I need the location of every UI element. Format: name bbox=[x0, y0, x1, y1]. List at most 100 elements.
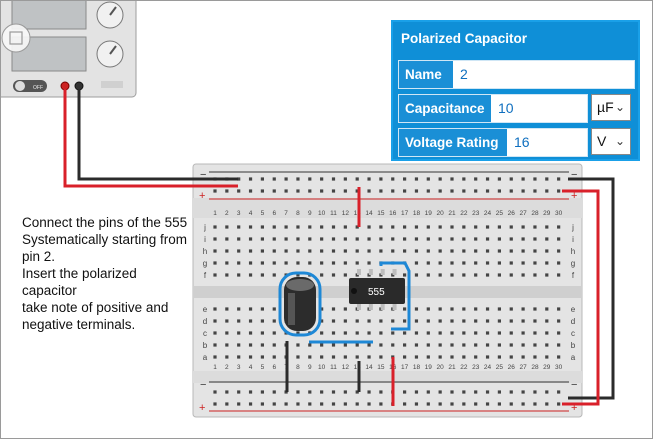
column-number-bottom: 19 bbox=[425, 364, 433, 371]
column-number-top: 30 bbox=[555, 210, 563, 217]
name-label: Name bbox=[399, 61, 453, 88]
column-number-bottom: 3 bbox=[237, 364, 241, 371]
column-number-bottom: 24 bbox=[484, 364, 492, 371]
inspector-title: Polarized Capacitor bbox=[401, 31, 528, 46]
voltage-unit-value: V bbox=[597, 133, 607, 149]
column-number-top: 14 bbox=[365, 210, 373, 217]
row-letter-right: i bbox=[572, 235, 574, 244]
chip-pin[interactable] bbox=[368, 269, 373, 275]
chip-pin[interactable] bbox=[380, 304, 385, 310]
capacitance-unit-value: µF bbox=[597, 99, 614, 115]
column-number-bottom: 25 bbox=[496, 364, 504, 371]
column-number-bottom: 22 bbox=[460, 364, 468, 371]
capacitance-field[interactable]: 10 bbox=[498, 95, 514, 122]
column-number-bottom: 5 bbox=[261, 364, 265, 371]
row-letter-right: e bbox=[571, 305, 576, 314]
capacitance-unit-select[interactable]: µF ⌄ bbox=[591, 94, 631, 121]
column-number-bottom: 27 bbox=[519, 364, 527, 371]
column-number-top: 23 bbox=[472, 210, 480, 217]
positive-terminal[interactable] bbox=[60, 81, 70, 91]
column-number-top: 24 bbox=[484, 210, 492, 217]
row-letter-right: d bbox=[571, 317, 575, 326]
instructions-text: Connect the pins of the 555 Systematical… bbox=[22, 215, 188, 332]
switch-label: OFF bbox=[33, 85, 43, 91]
column-number-bottom: 23 bbox=[472, 364, 480, 371]
row-letter-left: c bbox=[203, 329, 207, 338]
column-number-bottom: 28 bbox=[531, 364, 539, 371]
capacitance-row: Capacitance 10 bbox=[398, 94, 588, 123]
column-number-bottom: 15 bbox=[377, 364, 385, 371]
row-letter-left: b bbox=[203, 341, 208, 350]
row-letter-right: c bbox=[571, 329, 575, 338]
column-number-top: 10 bbox=[318, 210, 326, 217]
name-field[interactable]: 2 bbox=[460, 61, 468, 88]
rail-minus-bottom-right: − bbox=[571, 379, 577, 391]
column-number-top: 25 bbox=[496, 210, 504, 217]
column-number-bottom: 2 bbox=[225, 364, 229, 371]
column-number-bottom: 26 bbox=[508, 364, 516, 371]
column-number-top: 21 bbox=[448, 210, 456, 217]
column-number-top: 2 bbox=[225, 210, 229, 217]
column-number-top: 11 bbox=[330, 210, 337, 217]
column-number-bottom: 20 bbox=[437, 364, 445, 371]
column-number-top: 22 bbox=[460, 210, 468, 217]
column-number-bottom: 18 bbox=[413, 364, 421, 371]
column-number-bottom: 10 bbox=[318, 364, 326, 371]
capacitance-label: Capacitance bbox=[399, 95, 491, 122]
column-number-top: 7 bbox=[284, 210, 288, 217]
row-letter-right: b bbox=[571, 341, 576, 350]
row-letter-left: e bbox=[203, 305, 208, 314]
row-letter-right: a bbox=[571, 353, 576, 362]
power-supply[interactable]: OFF bbox=[1, 1, 137, 98]
zoom-handle[interactable] bbox=[1, 23, 31, 53]
column-number-bottom: 17 bbox=[401, 364, 409, 371]
chip-pin[interactable] bbox=[392, 269, 397, 275]
column-number-top: 5 bbox=[261, 210, 265, 217]
voltage-field[interactable]: 16 bbox=[514, 129, 530, 156]
column-number-bottom: 12 bbox=[342, 364, 350, 371]
row-letter-left: h bbox=[203, 247, 207, 256]
chip-pin[interactable] bbox=[380, 269, 385, 275]
column-number-top: 19 bbox=[425, 210, 433, 217]
column-number-bottom: 6 bbox=[272, 364, 276, 371]
chip-label: 555 bbox=[368, 287, 385, 298]
rail-plus-bottom: + bbox=[199, 402, 205, 414]
chip-pin[interactable] bbox=[392, 304, 397, 310]
column-number-top: 9 bbox=[308, 210, 312, 217]
chip-pin[interactable] bbox=[357, 269, 361, 275]
column-number-top: 1 bbox=[213, 210, 217, 217]
column-number-bottom: 1 bbox=[213, 364, 217, 371]
column-number-bottom: 8 bbox=[296, 364, 300, 371]
column-number-top: 15 bbox=[377, 210, 385, 217]
row-letter-right: g bbox=[571, 259, 575, 268]
column-number-bottom: 29 bbox=[543, 364, 551, 371]
column-number-top: 6 bbox=[272, 210, 276, 217]
column-number-bottom: 21 bbox=[448, 364, 456, 371]
rail-plus-top: + bbox=[199, 190, 205, 202]
chip-pin[interactable] bbox=[368, 304, 373, 310]
voltage-row: Voltage Rating 16 bbox=[398, 128, 588, 157]
name-row: Name 2 bbox=[398, 60, 635, 89]
row-letter-left: d bbox=[203, 317, 207, 326]
column-number-top: 20 bbox=[437, 210, 445, 217]
column-number-top: 18 bbox=[413, 210, 421, 217]
column-number-top: 4 bbox=[249, 210, 253, 217]
row-letter-left: a bbox=[203, 353, 208, 362]
column-number-top: 8 bbox=[296, 210, 300, 217]
negative-terminal[interactable] bbox=[74, 81, 84, 91]
chevron-down-icon: ⌄ bbox=[614, 100, 625, 114]
chip-pin[interactable] bbox=[357, 304, 361, 310]
row-letter-left: j bbox=[203, 223, 206, 232]
column-number-top: 17 bbox=[401, 210, 409, 217]
row-letter-left: g bbox=[203, 259, 207, 268]
column-number-top: 27 bbox=[519, 210, 527, 217]
column-number-bottom: 4 bbox=[249, 364, 253, 371]
voltage-unit-select[interactable]: V ⌄ bbox=[591, 128, 631, 155]
column-number-top: 12 bbox=[342, 210, 350, 217]
rail-minus-bottom: − bbox=[200, 379, 206, 391]
circuit-canvas[interactable]: OFF 112233445566778899101011111212131314… bbox=[0, 0, 653, 439]
column-number-top: 16 bbox=[389, 210, 397, 217]
inspector-panel: Polarized Capacitor Name 2 Capacitance 1… bbox=[391, 20, 640, 161]
column-number-top: 28 bbox=[531, 210, 539, 217]
column-number-bottom: 9 bbox=[308, 364, 312, 371]
